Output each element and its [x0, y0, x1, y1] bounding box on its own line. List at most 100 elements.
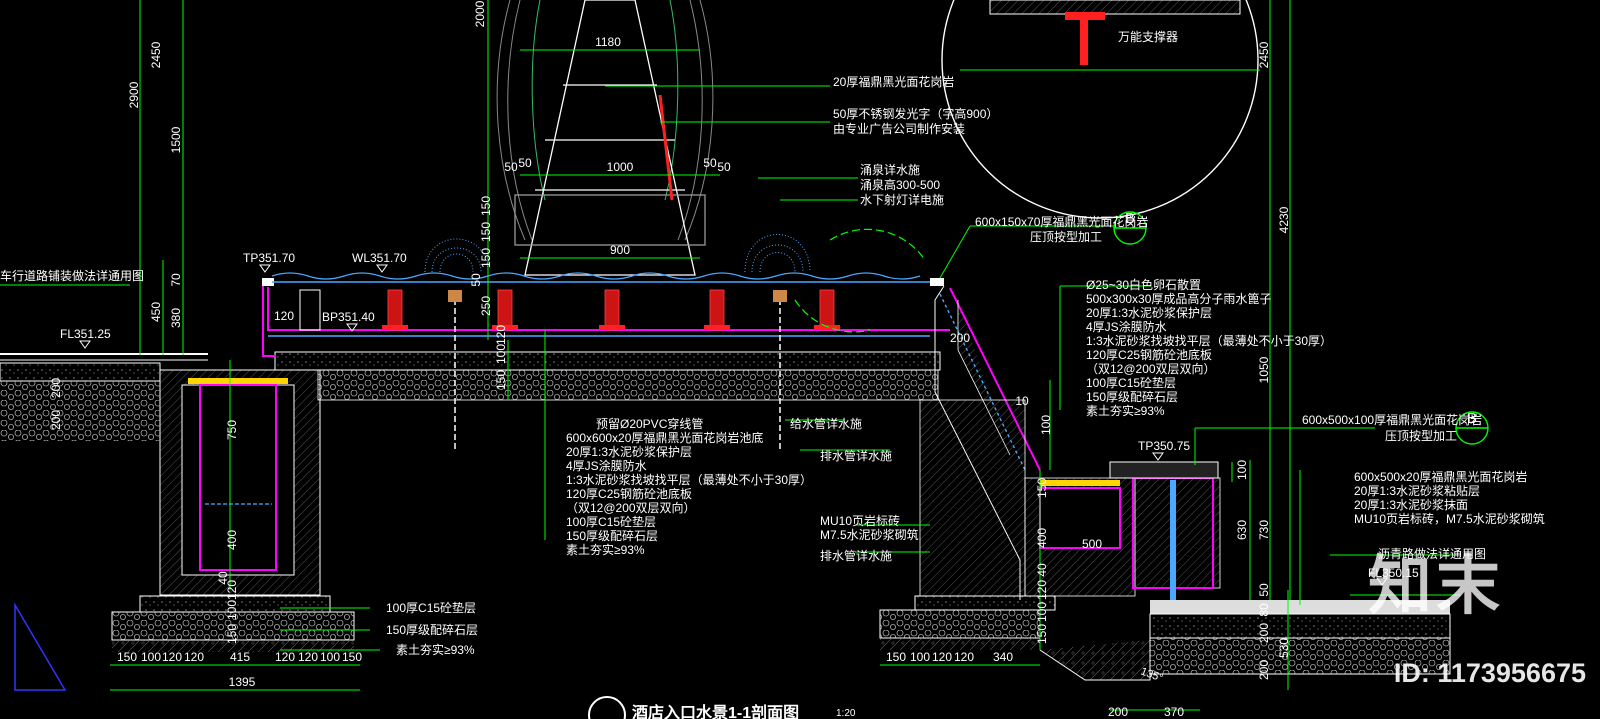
- center-stack-6: （双12@200双层双向）: [566, 500, 696, 515]
- lp-120-top: 120: [274, 309, 294, 323]
- dim-left-2450: 2450: [149, 41, 163, 68]
- center-stack-0: 预留Ø20PVC穿线管: [596, 416, 703, 431]
- dim-left-70: 70: [169, 273, 183, 287]
- right-stack: Ø25~30白色卵石散置 500x300x30厚成品高分子雨水篦子 20厚1:3…: [1086, 277, 1332, 418]
- right-stack-6: （双12@200双层双向）: [1086, 361, 1216, 376]
- dim-right-730: 730: [1257, 520, 1271, 540]
- right-stack-0: Ø25~30白色卵石散置: [1086, 277, 1201, 292]
- right-stack-1: 500x300x30厚成品高分子雨水篦子: [1086, 291, 1271, 306]
- rp-500: 500: [1082, 537, 1102, 551]
- right-stack-2: 20厚1:3水泥砂浆保护层: [1086, 305, 1212, 320]
- dim-right-200-a: 200: [1257, 623, 1271, 643]
- lb-3: 120: [184, 650, 204, 664]
- right-stack-8: 150厚级配碎石层: [1086, 389, 1178, 404]
- lp-400: 400: [225, 530, 239, 550]
- center-stack-1: 600x600x20厚福鼎黑光面花岗岩池底: [566, 430, 763, 445]
- fountain-note-2: 涌泉高300-500: [860, 177, 940, 192]
- dim-left-450: 450: [149, 302, 163, 322]
- coping-note-1b: 压顶按型加工: [1030, 230, 1102, 244]
- center-stack-4: 1:3水泥砂浆找坡找平层（最薄处不小于30厚）: [566, 472, 812, 487]
- dim-900: 900: [610, 243, 630, 257]
- rb-0: 150: [886, 650, 906, 664]
- dim-50-a: 50: [504, 160, 518, 174]
- drawing-title: 酒店入口水景1-1剖面图: [632, 703, 799, 719]
- coping-note-1: 600x150x70厚福鼎黑光面花岗岩: [975, 214, 1148, 229]
- dim-150-a: 150: [479, 196, 493, 216]
- rp-150-b: 150: [1035, 624, 1049, 644]
- coping-note-2b: 压顶按型加工: [1385, 429, 1457, 443]
- center-stack-9: 素土夯实≥93%: [566, 542, 645, 557]
- center-stack-5: 120厚C25钢筋砼池底板: [566, 486, 692, 501]
- callout-letters: 50厚不锈钢发光字（字高900）: [833, 106, 998, 121]
- fountain-note-3: 水下射灯详电施: [860, 192, 944, 207]
- far-right-0: 600x500x20厚福鼎黑光面花岗岩: [1354, 469, 1527, 484]
- dim-left-1500: 1500: [169, 126, 183, 153]
- callout-support: 万能支撑器: [1118, 29, 1178, 44]
- lb-2: 120: [162, 650, 182, 664]
- level-bp: BP351.40: [322, 310, 375, 324]
- detail-content: [960, 0, 1260, 71]
- detail-arc: [829, 228, 926, 261]
- dim-150: 150: [494, 370, 508, 390]
- center-stack-7: 100厚C15砼垫层: [566, 514, 656, 529]
- right-stack-4: 1:3水泥砂浆找坡找平层（最薄处不小于30厚）: [1086, 333, 1332, 348]
- dim-right-1050: 1050: [1257, 356, 1271, 383]
- far-right-stack: 600x500x20厚福鼎黑光面花岗岩 20厚1:3水泥砂浆粘贴层 20厚1:3…: [1354, 469, 1545, 526]
- dim-50-d: 50: [717, 160, 731, 174]
- left-base-2: 素土夯实≥93%: [396, 642, 475, 657]
- dim-right-200-b: 200: [1257, 660, 1271, 680]
- section-drawing: B B 2900 2450 1500 450 380 70 2000 1180 …: [0, 0, 1545, 719]
- dim-50-c: 50: [703, 156, 717, 170]
- dim-right-2450: 2450: [1257, 41, 1271, 68]
- lp-200-a: 200: [49, 378, 63, 398]
- lp-150: 150: [225, 624, 239, 644]
- dim-2000: 2000: [473, 0, 487, 27]
- dim-150-c: 150: [479, 248, 493, 268]
- dim-left-2900: 2900: [127, 81, 141, 108]
- level-tp-right: TP350.75: [1138, 439, 1190, 453]
- rb-4: 340: [993, 650, 1013, 664]
- lb-4: 415: [230, 650, 250, 664]
- far-right-3: MU10页岩标砖，M7.5水泥砂浆砌筑: [1354, 511, 1545, 526]
- rp-400: 400: [1035, 528, 1049, 548]
- center-stack: 预留Ø20PVC穿线管 600x600x20厚福鼎黑光面花岗岩池底 20厚1:3…: [566, 416, 812, 557]
- left-total: 1395: [229, 675, 256, 689]
- dim-50-b: 50: [518, 156, 532, 170]
- dim-right-100: 100: [1235, 460, 1249, 480]
- right-stack-5: 120厚C25钢筋砼池底板: [1086, 347, 1212, 362]
- rb-2: 120: [932, 650, 952, 664]
- watermark-id: ID: 1173956675: [1393, 658, 1586, 688]
- lb-0: 150: [117, 650, 137, 664]
- level-wl: WL351.70: [352, 251, 407, 265]
- dim-100: 100: [494, 344, 508, 364]
- right-stack-3: 4厚JS涂膜防水: [1086, 319, 1167, 334]
- right-stack-9: 素土夯实≥93%: [1086, 403, 1165, 418]
- lb-6: 120: [298, 650, 318, 664]
- lp-100: 100: [225, 600, 239, 620]
- dim-1180: 1180: [595, 35, 621, 49]
- left-base-0: 100厚C15砼垫层: [386, 600, 476, 615]
- center-stack-8: 150厚级配碎石层: [566, 528, 658, 543]
- section-tags: [1113, 211, 1489, 445]
- callout-granite: 20厚福鼎黑光面花岗岩: [833, 74, 954, 89]
- dim-right-80: 80: [1257, 603, 1271, 617]
- lp-750: 750: [225, 420, 239, 440]
- fountain-note-1: 涌泉详水施: [860, 162, 920, 177]
- dim-left-380: 380: [169, 308, 183, 328]
- title-symbol: [588, 696, 626, 719]
- rp-100: 100: [1039, 415, 1053, 435]
- dim-right-630: 630: [1235, 520, 1249, 540]
- rp-150: 150: [1035, 478, 1049, 498]
- right-stack-7: 100厚C15砼垫层: [1086, 375, 1176, 390]
- far-right-1: 20厚1:3水泥砂浆粘贴层: [1354, 483, 1480, 498]
- center-stack-2: 20厚1:3水泥砂浆保护层: [566, 444, 692, 459]
- wall-note-2: M7.5水泥砂浆砌筑: [820, 527, 919, 542]
- wall-note-1: MU10页岩标砖: [820, 513, 900, 528]
- wall-note-3: 排水管详水施: [820, 548, 892, 563]
- rp-100-b: 100: [1035, 602, 1049, 622]
- lb-1: 100: [141, 650, 161, 664]
- br-200: 200: [1108, 705, 1128, 719]
- coping-note-2: 600x500x100厚福鼎黑光面花岗岩: [1302, 412, 1482, 427]
- right-bottom-dims: 150 100 120 120 340: [886, 650, 1013, 664]
- dim-right-50: 50: [1257, 583, 1271, 597]
